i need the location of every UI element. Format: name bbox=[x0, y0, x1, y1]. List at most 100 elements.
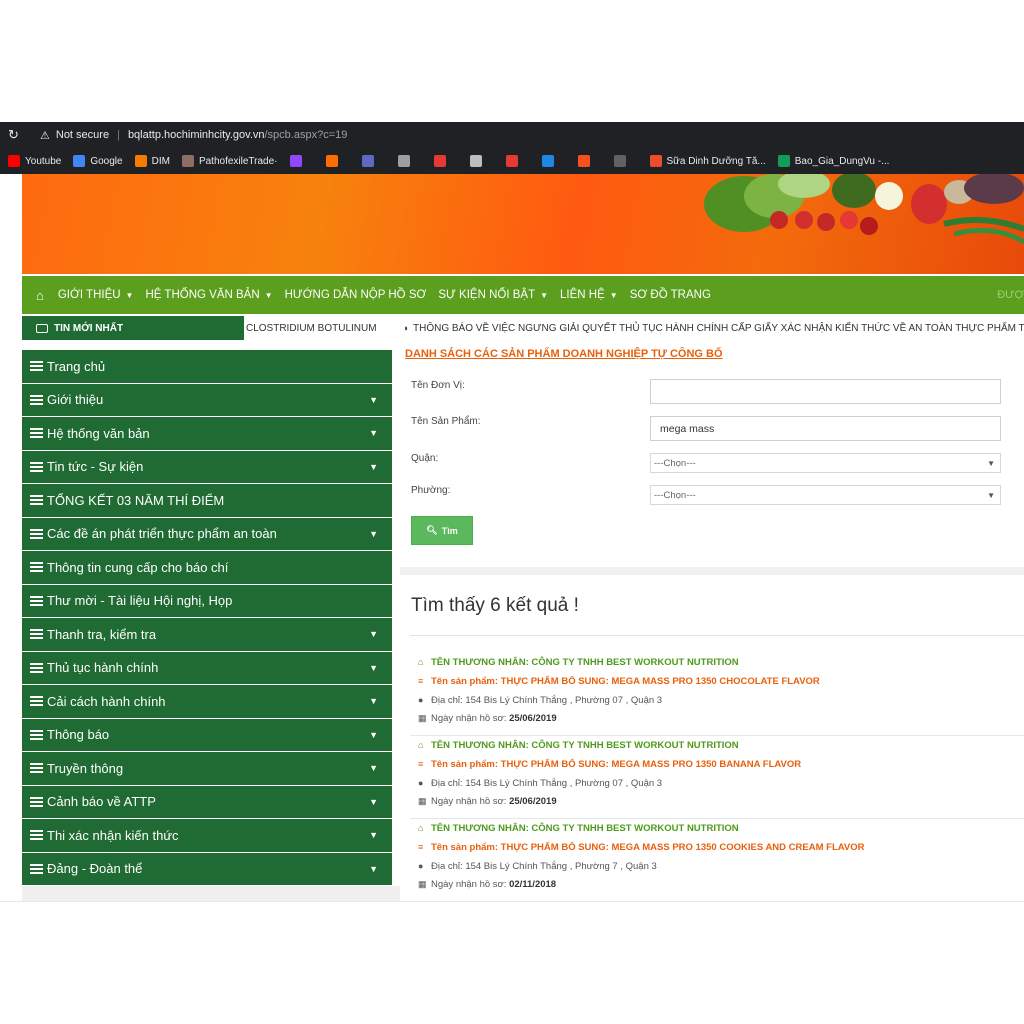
result-product-row[interactable]: ≡ Tên sản phẩm: THỰC PHẨM BỔ SUNG: MEGA M… bbox=[418, 759, 801, 770]
sidebar-menu-item[interactable]: Tin tức - Sự kiện ▼ bbox=[22, 450, 392, 483]
search-button[interactable]: 🔍︎ Tìm bbox=[411, 516, 473, 545]
nav-item-label: HƯỚNG DẪN NỘP HỒ SƠ bbox=[284, 289, 427, 301]
nav-item[interactable]: GIỚI THIỆU ▼ bbox=[58, 289, 134, 301]
home-icon: ⌂ bbox=[418, 657, 424, 667]
sidebar-menu-item[interactable]: Đảng - Đoàn thể ▼ bbox=[22, 852, 392, 885]
bookmark-item[interactable] bbox=[505, 155, 530, 167]
calendar-icon: ▦ bbox=[418, 796, 427, 806]
address-bar[interactable]: ↻ ⚠ Not secure | bqlattp.hochiminhcity.g… bbox=[0, 122, 1024, 148]
list-icon bbox=[30, 629, 43, 640]
bookmark-icon bbox=[181, 155, 194, 167]
unit-input[interactable] bbox=[650, 379, 1001, 404]
list-icon bbox=[30, 394, 43, 405]
sidebar-menu-item[interactable]: Thư mời - Tài liệu Hội nghị, Họp bbox=[22, 584, 392, 617]
product-input[interactable]: mega mass bbox=[650, 416, 1001, 441]
bookmark-icon bbox=[134, 155, 147, 167]
nav-overflow-text: ĐƯỢ bbox=[997, 289, 1024, 301]
result-item[interactable]: ⌂ TÊN THƯƠNG NHÂN: CÔNG TY TNHH BEST WORK… bbox=[418, 657, 1018, 739]
result-address-row: ● Địa chỉ: 154 Bis Lý Chính Thắng , Phườn… bbox=[418, 778, 662, 789]
nav-item[interactable]: SƠ ĐỒ TRANG bbox=[630, 289, 711, 301]
home-icon[interactable]: ⌂ bbox=[36, 288, 44, 303]
bookmark-item[interactable] bbox=[541, 155, 566, 167]
list-icon bbox=[30, 595, 43, 606]
nav-item[interactable]: SỰ KIỆN NỔI BẬT ▼ bbox=[438, 289, 548, 301]
ward-select[interactable]: ---Chọn--- ▼ bbox=[650, 485, 1001, 505]
bookmark-item[interactable]: DIM bbox=[134, 155, 170, 167]
bookmark-item[interactable]: Youtube bbox=[8, 155, 61, 167]
sidebar-menu-item[interactable]: TỔNG KẾT 03 NĂM THÍ ĐIỂM bbox=[22, 484, 392, 517]
sidebar-menu-item[interactable]: Các đề án phát triển thực phẩm an toàn ▼ bbox=[22, 517, 392, 550]
result-product-row[interactable]: ≡ Tên sản phẩm: THỰC PHẨM BỔ SUNG: MEGA M… bbox=[418, 676, 820, 687]
sidebar-menu-label: TỔNG KẾT 03 NĂM THÍ ĐIỂM bbox=[47, 492, 225, 508]
sidebar-menu-item[interactable]: Thanh tra, kiểm tra ▼ bbox=[22, 618, 392, 651]
caret-down-icon: ▼ bbox=[540, 290, 549, 300]
sidebar-menu-item[interactable]: Giới thiệu ▼ bbox=[22, 383, 392, 416]
caret-down-icon: ▼ bbox=[369, 863, 378, 874]
sidebar-menu: Trang chủ Giới thiệu ▼ Hệ thống văn bản ▼ Tin… bbox=[22, 350, 392, 886]
bookmark-item[interactable] bbox=[577, 155, 602, 167]
bookmark-item[interactable] bbox=[469, 155, 494, 167]
result-date: 25/06/2019 bbox=[509, 713, 557, 724]
list-icon bbox=[30, 763, 43, 774]
nav-item[interactable]: HƯỚNG DẪN NỘP HỒ SƠ bbox=[285, 289, 427, 301]
bookmark-icon bbox=[577, 155, 590, 167]
caret-down-icon: ▼ bbox=[369, 428, 378, 439]
bookmark-item[interactable] bbox=[433, 155, 458, 167]
result-address: Địa chỉ: 154 Bis Lý Chính Thắng , Phường… bbox=[431, 695, 663, 706]
list-icon bbox=[30, 662, 43, 673]
sidebar-menu-label: Thông báo bbox=[47, 727, 110, 743]
result-date-label: Ngày nhận hồ sơ: bbox=[431, 713, 507, 724]
result-address: Địa chỉ: 154 Bis Lý Chính Thắng , Phường… bbox=[431, 778, 663, 789]
bookmark-item[interactable]: Sữa Dinh Dưỡng Tă... bbox=[649, 155, 766, 167]
sidebar-menu-item[interactable]: Cải cách hành chính ▼ bbox=[22, 685, 392, 718]
result-date-row: ▦ Ngày nhận hồ sơ: 02/11/2018 bbox=[418, 879, 556, 890]
bookmark-icon bbox=[541, 155, 554, 167]
sidebar-menu-item[interactable]: Thủ tục hành chính ▼ bbox=[22, 651, 392, 684]
sidebar-menu-label: Cải cách hành chính bbox=[47, 693, 166, 709]
sidebar-menu-label: Thi xác nhận kiến thức bbox=[47, 827, 179, 843]
sidebar-menu-item[interactable]: Thi xác nhận kiến thức ▼ bbox=[22, 819, 392, 852]
result-item[interactable]: ⌂ TÊN THƯƠNG NHÂN: CÔNG TY TNHH BEST WORK… bbox=[418, 823, 1018, 905]
district-select[interactable]: ---Chọn--- ▼ bbox=[650, 453, 1001, 473]
reload-icon[interactable]: ↻ bbox=[8, 127, 22, 143]
sidebar-menu-item[interactable]: Thông báo ▼ bbox=[22, 718, 392, 751]
warning-icon[interactable]: ⚠ bbox=[40, 129, 50, 142]
sidebar-menu-item[interactable]: Hệ thống văn bản ▼ bbox=[22, 417, 392, 450]
bookmark-icon bbox=[73, 155, 86, 167]
bookmark-item[interactable] bbox=[613, 155, 638, 167]
bullet-icon: ◑ bbox=[402, 323, 408, 333]
bookmark-item[interactable]: Google bbox=[73, 155, 123, 167]
sidebar-menu-item[interactable]: Cảnh báo về ATTP ▼ bbox=[22, 785, 392, 818]
bookmark-item[interactable] bbox=[361, 155, 386, 167]
search-icon: 🔍︎ bbox=[426, 525, 438, 535]
sidebar-menu-item[interactable]: Truyền thông ▼ bbox=[22, 752, 392, 785]
unit-label: Tên Đơn Vị: bbox=[411, 380, 465, 391]
bookmark-icon bbox=[325, 155, 338, 167]
result-product-row[interactable]: ≡ Tên sản phẩm: THỰC PHẨM BỔ SUNG: MEGA M… bbox=[418, 842, 864, 853]
bookmark-item[interactable]: PathofexileTrade· bbox=[181, 155, 278, 167]
bookmark-item[interactable] bbox=[325, 155, 350, 167]
sidebar-menu-item[interactable]: Trang chủ bbox=[22, 350, 392, 383]
url-host[interactable]: bqlattp.hochiminhcity.gov.vn bbox=[128, 129, 265, 141]
bookmark-item[interactable]: Bao_Gia_DungVu -... bbox=[777, 155, 889, 167]
bookmark-icon bbox=[289, 155, 302, 167]
ticker-item[interactable]: THÔNG BÁO VỀ VIỆC NGƯNG GIẢI QUYẾT THỦ T… bbox=[413, 323, 1024, 334]
result-item[interactable]: ⌂ TÊN THƯƠNG NHÂN: CÔNG TY TNHH BEST WORK… bbox=[418, 740, 1018, 822]
result-date: 25/06/2019 bbox=[509, 796, 557, 807]
vegetables-image bbox=[704, 174, 1024, 245]
caret-down-icon: ▼ bbox=[369, 528, 378, 539]
bookmark-item[interactable] bbox=[397, 155, 422, 167]
sidebar-menu-item[interactable]: Thông tin cung cấp cho báo chí bbox=[22, 551, 392, 584]
security-label[interactable]: Not secure bbox=[56, 129, 109, 141]
nav-item[interactable]: HỆ THỐNG VĂN BẢN ▼ bbox=[145, 289, 272, 301]
url-path[interactable]: /spcb.aspx?c=19 bbox=[265, 129, 348, 141]
sidebar-menu-label: Các đề án phát triển thực phẩm an toàn bbox=[47, 526, 277, 542]
screenshot-frame: ↻ ⚠ Not secure | bqlattp.hochiminhcity.g… bbox=[0, 0, 1024, 1024]
nav-item[interactable]: LIÊN HỆ ▼ bbox=[560, 289, 618, 301]
bookmark-item[interactable] bbox=[289, 155, 314, 167]
result-merchant-row: ⌂ TÊN THƯƠNG NHÂN: CÔNG TY TNHH BEST WORK… bbox=[418, 823, 739, 834]
result-date-label: Ngày nhận hồ sơ: bbox=[431, 796, 507, 807]
ticker-item[interactable]: CLOSTRIDIUM BOTULINUM bbox=[246, 323, 377, 334]
caret-down-icon: ▼ bbox=[369, 830, 378, 841]
bookmark-icon bbox=[361, 155, 374, 167]
